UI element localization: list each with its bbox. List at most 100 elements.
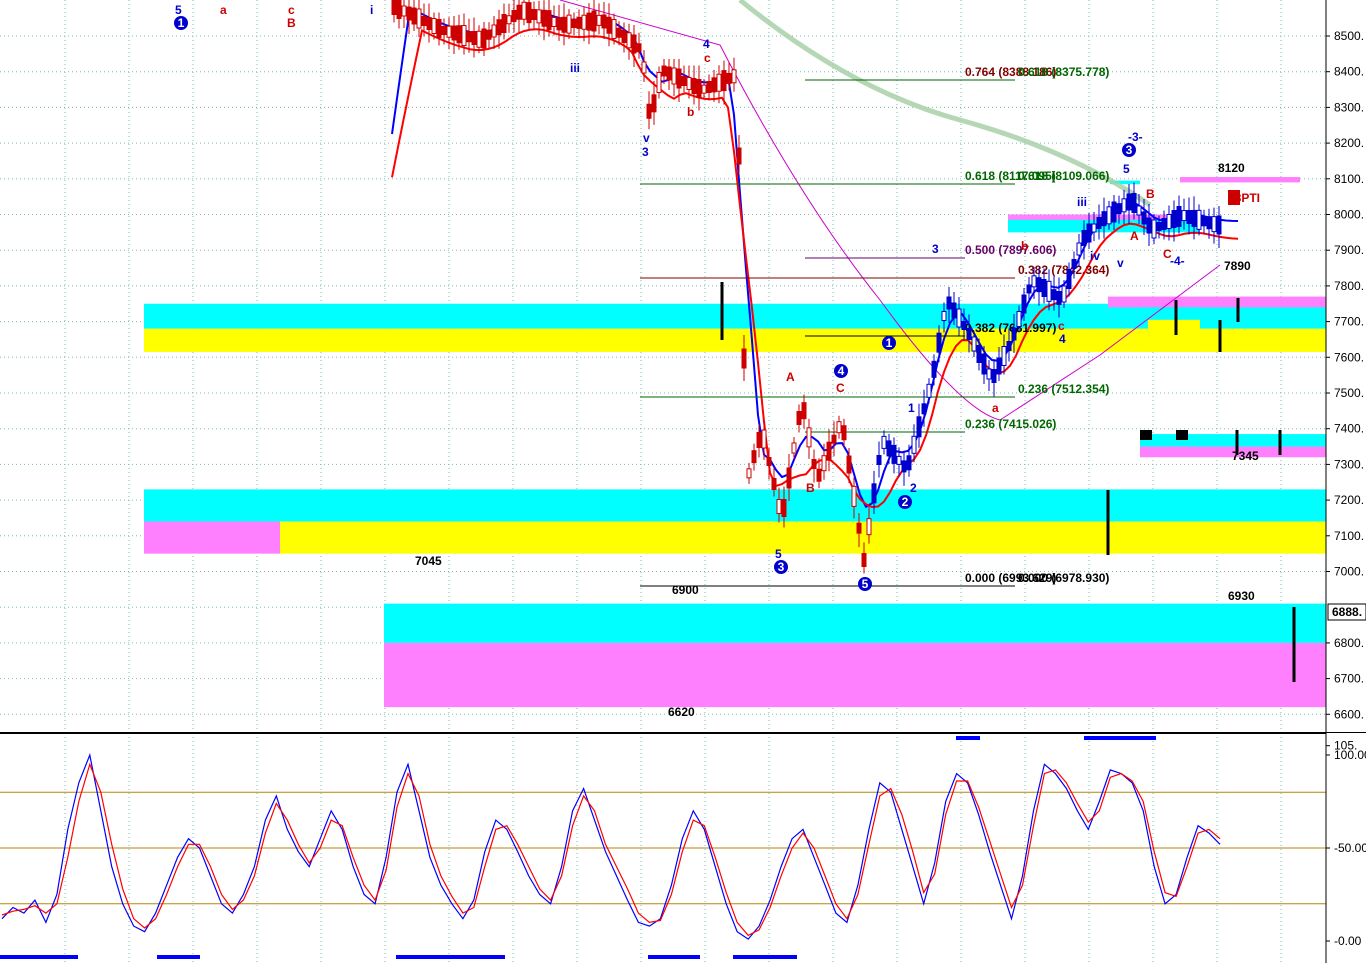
axis-tick-label: 7700.: [1334, 315, 1364, 329]
wave-label: 2: [902, 495, 909, 509]
candle-body: [681, 76, 687, 86]
candle-body: [541, 9, 547, 27]
candle-body: [871, 483, 877, 504]
axis-tick-label: 7000.: [1334, 565, 1364, 579]
candle-body: [941, 311, 947, 321]
level-label: 6930: [1228, 589, 1255, 603]
candle-body: [1106, 206, 1112, 225]
candle-body: [1126, 193, 1132, 211]
background: [0, 0, 1366, 963]
candle-body: [821, 455, 827, 472]
candle-body: [1046, 280, 1052, 302]
candle-body: [1101, 211, 1107, 227]
pti-label: 88PTI: [1228, 191, 1260, 205]
candle-body: [921, 403, 927, 415]
candle-body: [936, 332, 942, 353]
candle-body: [606, 16, 612, 34]
candle-body: [1211, 216, 1217, 233]
wave-label: 4: [703, 37, 710, 51]
candle-body: [1026, 284, 1032, 294]
candle-body: [786, 467, 792, 489]
candle-body: [561, 16, 567, 33]
osc-marker: [956, 736, 980, 740]
candle-body: [656, 72, 662, 93]
price-axis: 8500. 8400. 8300. 8200. 8100. 8000. 7900. 7800.…: [1325, 0, 1366, 733]
candle-body: [501, 14, 507, 33]
candle-body: [576, 16, 582, 29]
wave-label: i: [370, 3, 373, 17]
wave-label: B: [806, 481, 815, 495]
axis-tick-label: 7100.: [1334, 529, 1364, 543]
candle-body: [946, 296, 952, 310]
candle-body: [506, 15, 512, 25]
candle-body: [811, 459, 817, 469]
candle-body: [476, 30, 482, 48]
axis-tick-label: 7600.: [1334, 350, 1364, 364]
candle-body: [596, 14, 602, 26]
candle-body: [716, 73, 722, 92]
candle-body: [856, 522, 862, 534]
wave-label: 1: [908, 401, 915, 415]
fib-label: 0.236 (7512.354): [1018, 382, 1109, 396]
osc-axis-tick-label: 100.00: [1334, 748, 1366, 762]
candle-body: [546, 10, 552, 31]
candle-body: [901, 460, 907, 473]
candle-body: [701, 84, 707, 94]
osc-marker: [157, 955, 200, 959]
candle-body: [1091, 223, 1097, 233]
candle-body: [761, 429, 767, 449]
wave-label: 3: [932, 242, 939, 256]
zone-cyan: [144, 489, 1326, 522]
candle-body: [781, 499, 787, 517]
candle-body: [1141, 211, 1147, 225]
fib-label: 0.382 (7842.364): [1018, 263, 1109, 277]
wave-label: B: [287, 16, 296, 30]
candle-body: [831, 434, 837, 444]
candle-body: [951, 302, 957, 319]
candle-body: [1116, 203, 1122, 215]
wave-label: -4-: [1170, 254, 1185, 268]
wave-label: c: [704, 51, 711, 65]
candle-body: [931, 360, 937, 378]
candle-body: [1171, 210, 1177, 228]
candle-body: [851, 485, 857, 507]
candle-body: [801, 402, 807, 420]
candle-body: [806, 427, 812, 448]
candle-body: [671, 67, 677, 85]
osc-marker: [0, 955, 78, 959]
candle-body: [981, 353, 987, 375]
osc-marker: [396, 955, 505, 959]
candle-body: [1166, 214, 1172, 229]
chart-canvas[interactable]: 0.764 (8388.186)0.618 (8375.778)0.618 (8…: [0, 0, 1366, 963]
zone-yellow: [1148, 319, 1200, 352]
candle-body: [1191, 209, 1197, 227]
candle-body: [491, 24, 497, 38]
candle-body: [731, 69, 737, 84]
wave-label: 5: [775, 547, 782, 561]
zone-cyan: [384, 603, 1326, 643]
axis-tick-label: 7300.: [1334, 457, 1364, 471]
candle-body: [406, 6, 412, 21]
candle-body: [446, 25, 452, 38]
fib-label: 0.500 (7897.606): [965, 243, 1056, 257]
candle-body: [766, 457, 772, 466]
axis-tick-label: 7900.: [1334, 243, 1364, 257]
candle-body: [556, 17, 562, 31]
wave-label: b: [1021, 239, 1028, 253]
candle-body: [1051, 289, 1057, 301]
level-label: 7890: [1224, 259, 1251, 273]
candle-body: [836, 421, 842, 434]
candle-body: [826, 441, 832, 461]
candle-body: [646, 103, 652, 119]
candle-body: [571, 19, 577, 28]
last-price-label: 6888.: [1332, 605, 1362, 619]
osc-marker: [1084, 736, 1156, 740]
candle-body: [841, 425, 847, 441]
elliott-wave-chart[interactable]: 0.764 (8388.186) 0.618 (8375.778) 0.618 (8…: [0, 0, 1366, 963]
wave-label: B: [1146, 187, 1155, 201]
candle-body: [691, 78, 697, 94]
candle-body: [771, 478, 777, 490]
candle-body: [741, 348, 747, 369]
candle-body: [976, 345, 982, 363]
candle-body: [1021, 294, 1027, 314]
